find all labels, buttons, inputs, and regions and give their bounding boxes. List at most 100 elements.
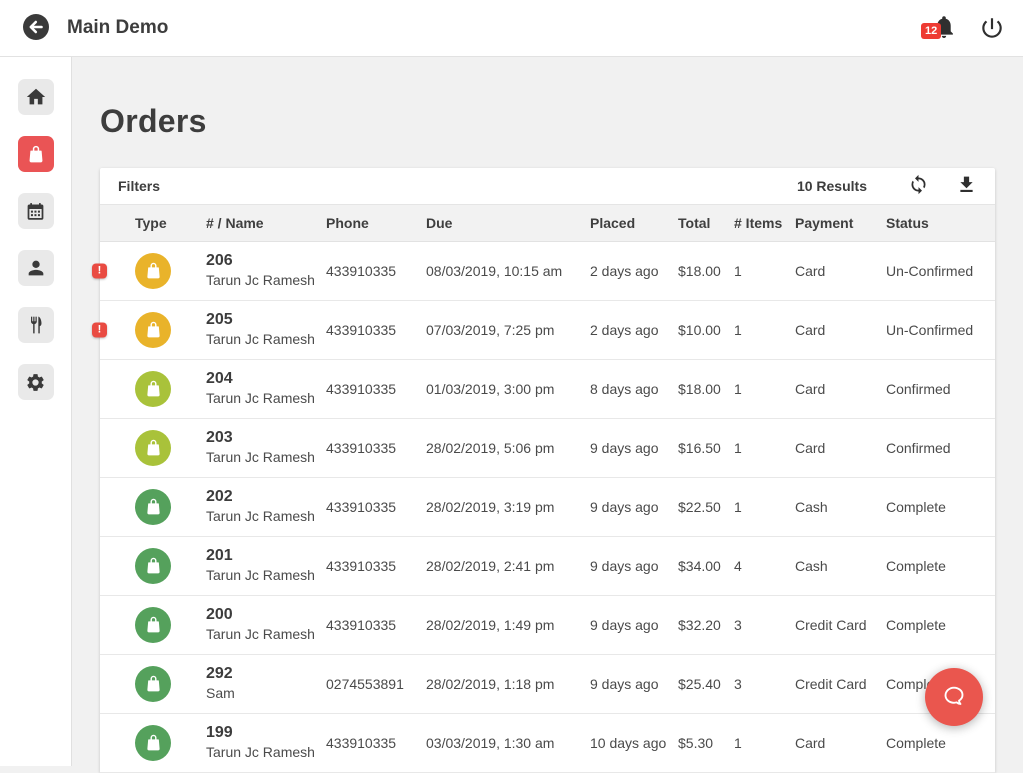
order-items: 1 <box>734 241 795 300</box>
gear-icon <box>25 372 46 393</box>
topbar: Main Demo 12 <box>0 0 1023 57</box>
filters-label[interactable]: Filters <box>118 178 160 194</box>
order-due: 03/03/2019, 1:30 am <box>426 713 590 772</box>
order-placed: 9 days ago <box>590 536 678 595</box>
order-payment: Cash <box>795 536 886 595</box>
notification-count-badge: 12 <box>921 23 941 39</box>
table-header-row: Type # / Name Phone Due Placed Total # I… <box>100 205 995 241</box>
sidebar-item-customers[interactable] <box>18 250 54 286</box>
orders-table: Type # / Name Phone Due Placed Total # I… <box>100 205 995 773</box>
order-status: Complete <box>886 477 995 536</box>
order-customer-name: Tarun Jc Ramesh <box>206 507 326 526</box>
sidebar-item-settings[interactable] <box>18 364 54 400</box>
table-row[interactable]: ! 199 Tarun Jc Ramesh 433910335 03/03/20… <box>100 713 995 772</box>
order-placed: 9 days ago <box>590 595 678 654</box>
back-arrow-icon <box>22 13 50 44</box>
order-type-icon <box>135 666 171 702</box>
results-count: 10 Results <box>797 178 867 194</box>
order-type-icon <box>135 548 171 584</box>
back-button[interactable] <box>22 14 50 42</box>
sidebar-item-menu[interactable] <box>18 307 54 343</box>
order-total: $34.00 <box>678 536 734 595</box>
order-number: 204 <box>206 369 326 389</box>
order-phone: 433910335 <box>326 536 426 595</box>
table-row[interactable]: ! 206 Tarun Jc Ramesh 433910335 08/03/20… <box>100 241 995 300</box>
chat-launcher-button[interactable] <box>925 668 983 726</box>
order-number: 200 <box>206 605 326 625</box>
order-placed: 8 days ago <box>590 359 678 418</box>
filters-bar: Filters 10 Results <box>100 168 995 205</box>
order-number: 201 <box>206 546 326 566</box>
order-placed: 9 days ago <box>590 477 678 536</box>
column-header-payment: Payment <box>795 205 886 241</box>
sidebar-item-calendar[interactable] <box>18 193 54 229</box>
notifications-button[interactable]: 12 <box>931 14 957 42</box>
order-phone: 433910335 <box>326 241 426 300</box>
order-due: 28/02/2019, 5:06 pm <box>426 418 590 477</box>
order-status: Confirmed <box>886 359 995 418</box>
order-type-icon <box>135 725 171 761</box>
table-row[interactable]: ! 203 Tarun Jc Ramesh 433910335 28/02/20… <box>100 418 995 477</box>
order-type-icon <box>135 489 171 525</box>
order-due: 28/02/2019, 3:19 pm <box>426 477 590 536</box>
orders-table-body: ! 206 Tarun Jc Ramesh 433910335 08/03/20… <box>100 241 995 772</box>
order-phone: 433910335 <box>326 300 426 359</box>
order-items: 1 <box>734 418 795 477</box>
order-items: 3 <box>734 595 795 654</box>
order-total: $5.30 <box>678 713 734 772</box>
order-type-icon <box>135 312 171 348</box>
order-type-icon <box>135 430 171 466</box>
order-payment: Card <box>795 241 886 300</box>
order-total: $25.40 <box>678 654 734 713</box>
order-status: Complete <box>886 536 995 595</box>
main-content: Orders Filters 10 Results <box>72 57 1023 766</box>
table-row[interactable]: ! 200 Tarun Jc Ramesh 433910335 28/02/20… <box>100 595 995 654</box>
download-icon <box>956 174 977 198</box>
table-row[interactable]: ! 292 Sam 0274553891 28/02/2019, 1:18 pm… <box>100 654 995 713</box>
order-phone: 0274553891 <box>326 654 426 713</box>
logout-button[interactable] <box>979 15 1005 41</box>
order-payment: Card <box>795 300 886 359</box>
order-items: 1 <box>734 359 795 418</box>
order-payment: Cash <box>795 477 886 536</box>
order-payment: Credit Card <box>795 595 886 654</box>
order-items: 3 <box>734 654 795 713</box>
order-type-icon <box>135 607 171 643</box>
table-row[interactable]: ! 204 Tarun Jc Ramesh 433910335 01/03/20… <box>100 359 995 418</box>
order-status: Un-Confirmed <box>886 241 995 300</box>
order-placed: 2 days ago <box>590 241 678 300</box>
order-customer-name: Tarun Jc Ramesh <box>206 271 326 290</box>
order-customer-name: Tarun Jc Ramesh <box>206 566 326 585</box>
order-number: 206 <box>206 251 326 271</box>
table-row[interactable]: ! 205 Tarun Jc Ramesh 433910335 07/03/20… <box>100 300 995 359</box>
order-payment: Card <box>795 418 886 477</box>
order-payment: Credit Card <box>795 654 886 713</box>
table-row[interactable]: ! 201 Tarun Jc Ramesh 433910335 28/02/20… <box>100 536 995 595</box>
order-total: $32.20 <box>678 595 734 654</box>
sidebar-item-orders[interactable] <box>18 136 54 172</box>
column-header-type: Type <box>100 205 206 241</box>
order-status: Confirmed <box>886 418 995 477</box>
order-due: 08/03/2019, 10:15 am <box>426 241 590 300</box>
order-customer-name: Tarun Jc Ramesh <box>206 330 326 349</box>
download-button[interactable] <box>955 175 977 197</box>
order-placed: 9 days ago <box>590 654 678 713</box>
alert-badge: ! <box>92 322 107 337</box>
chat-bubble-icon <box>939 681 969 714</box>
order-customer-name: Tarun Jc Ramesh <box>206 389 326 408</box>
order-total: $18.00 <box>678 359 734 418</box>
app-title: Main Demo <box>67 17 168 39</box>
order-phone: 433910335 <box>326 418 426 477</box>
order-phone: 433910335 <box>326 477 426 536</box>
sidebar-item-home[interactable] <box>18 79 54 115</box>
orders-card: Filters 10 Results <box>100 168 995 773</box>
refresh-button[interactable] <box>907 175 929 197</box>
order-due: 28/02/2019, 1:18 pm <box>426 654 590 713</box>
column-header-phone: Phone <box>326 205 426 241</box>
shopping-bag-icon <box>26 144 46 164</box>
home-icon <box>25 86 47 108</box>
table-row[interactable]: ! 202 Tarun Jc Ramesh 433910335 28/02/20… <box>100 477 995 536</box>
order-due: 01/03/2019, 3:00 pm <box>426 359 590 418</box>
order-number: 205 <box>206 310 326 330</box>
order-status: Complete <box>886 595 995 654</box>
